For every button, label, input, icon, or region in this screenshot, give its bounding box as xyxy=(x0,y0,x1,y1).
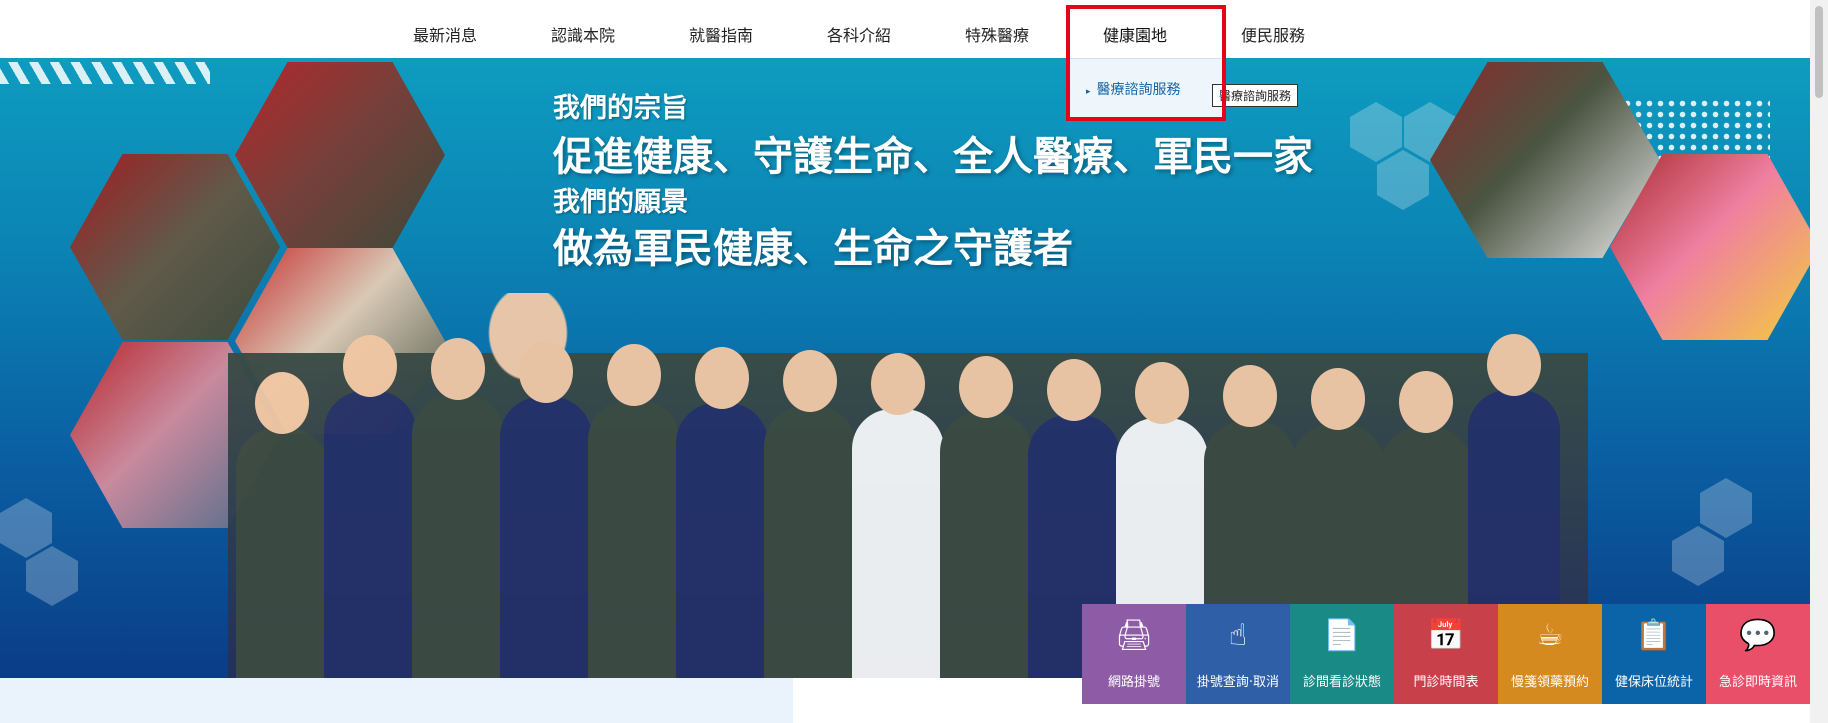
staff-member xyxy=(940,412,1032,678)
staff-member xyxy=(236,428,328,678)
mission-text: 促進健康、守護生命、全人醫療、軍民一家 xyxy=(553,134,1313,180)
mortar-pestle-icon: ☕ xyxy=(1536,617,1564,653)
staff-member-head xyxy=(959,356,1013,418)
clinic-status-icon: 📄 xyxy=(1323,617,1361,653)
staff-member-head xyxy=(1311,368,1365,430)
quick-service-tiles: 🖨 網路掛號 ☝ 掛號查詢‧取消 📄 診間看診狀態 📅 門診時間表 ☕ 慢箋領藥… xyxy=(1082,604,1810,704)
decorative-hexagon xyxy=(26,546,78,606)
tile-bed-statistics[interactable]: 📋 健保床位統計 xyxy=(1602,604,1706,704)
staff-member-head xyxy=(1135,362,1189,424)
decorative-hexagon xyxy=(1700,478,1752,538)
tile-label: 慢箋領藥預約 xyxy=(1510,674,1589,690)
event-photo-hexagon xyxy=(235,62,445,248)
decorative-hexagon xyxy=(1377,150,1429,210)
tile-label: 急診即時資訊 xyxy=(1718,674,1797,690)
decorative-hexagon xyxy=(0,498,52,558)
page-scrollbar[interactable] xyxy=(1810,0,1828,723)
staff-member-head xyxy=(1047,359,1101,421)
vision-text: 做為軍民健康、生命之守護者 xyxy=(553,226,1073,272)
health-garden-dropdown: ▸ 醫療諮詢服務 xyxy=(1070,58,1222,119)
tile-label: 診間看診狀態 xyxy=(1302,674,1381,690)
triangle-bullet-icon: ▸ xyxy=(1086,87,1091,97)
nav-item-medical-guide[interactable]: 就醫指南 xyxy=(676,0,766,58)
staff-member xyxy=(588,400,680,678)
staff-member-head xyxy=(519,341,573,403)
tile-registration-query[interactable]: ☝ 掛號查詢‧取消 xyxy=(1186,604,1290,704)
top-navigation: 最新消息 認識本院 就醫指南 各科介紹 特殊醫療 健康園地 便民服務 xyxy=(0,0,1810,58)
dropdown-item-label: 醫療諮詢服務 xyxy=(1096,82,1181,98)
staff-member-head xyxy=(783,350,837,412)
tile-label: 健保床位統計 xyxy=(1614,674,1693,690)
decorative-hexagon xyxy=(1672,526,1724,586)
nav-item-convenience-services[interactable]: 便民服務 xyxy=(1228,0,1318,58)
tile-prescription-refill[interactable]: ☕ 慢箋領藥預約 xyxy=(1498,604,1602,704)
staff-member-head xyxy=(1487,334,1541,396)
staff-member-head xyxy=(695,347,749,409)
tile-emergency-info[interactable]: 💬 急診即時資訊 xyxy=(1706,604,1810,704)
nav-item-news[interactable]: 最新消息 xyxy=(400,0,490,58)
tap-query-icon: ☝ xyxy=(1228,617,1248,653)
tile-clinic-schedule[interactable]: 📅 門診時間表 xyxy=(1394,604,1498,704)
staff-member xyxy=(852,409,944,678)
staff-member xyxy=(676,403,768,678)
scrollbar-thumb[interactable] xyxy=(1815,6,1823,98)
tile-online-registration[interactable]: 🖨 網路掛號 xyxy=(1082,604,1186,704)
calendar-clock-icon: 📅 xyxy=(1427,617,1465,653)
bed-stats-icon: 📋 xyxy=(1635,617,1673,653)
tile-label: 掛號查詢‧取消 xyxy=(1196,674,1280,690)
nav-item-health-garden[interactable]: 健康園地 xyxy=(1090,0,1180,58)
staff-member xyxy=(764,406,856,678)
staff-member-head xyxy=(607,344,661,406)
content-area-start xyxy=(0,678,793,723)
staff-member xyxy=(500,397,592,678)
nav-item-departments[interactable]: 各科介紹 xyxy=(814,0,904,58)
vision-label: 我們的願景 xyxy=(553,187,688,218)
staff-member-head xyxy=(871,353,925,415)
decorative-hexagon xyxy=(1350,102,1402,162)
staff-member-head xyxy=(431,338,485,400)
nav-item-about[interactable]: 認識本院 xyxy=(538,0,628,58)
tile-label: 門診時間表 xyxy=(1413,674,1479,690)
online-registration-icon: 🖨 xyxy=(1114,617,1154,653)
mission-label: 我們的宗旨 xyxy=(553,93,688,124)
tooltip: 醫療諮詢服務 xyxy=(1212,84,1299,107)
emergency-chat-icon: 💬 xyxy=(1739,617,1777,653)
decorative-stripes xyxy=(0,62,210,84)
tile-label: 網路掛號 xyxy=(1107,674,1160,690)
dropdown-item-medical-consultation[interactable]: ▸ 醫療諮詢服務 xyxy=(1086,79,1181,99)
nav-item-special-medical[interactable]: 特殊醫療 xyxy=(952,0,1042,58)
staff-member xyxy=(412,394,504,678)
staff-member-head xyxy=(1223,365,1277,427)
tile-clinic-status[interactable]: 📄 診間看診狀態 xyxy=(1290,604,1394,704)
staff-member-head xyxy=(343,335,397,397)
staff-member xyxy=(324,391,416,678)
staff-member-head xyxy=(255,372,309,434)
hero-banner: 我們的宗旨 促進健康、守護生命、全人醫療、軍民一家 我們的願景 做為軍民健康、生… xyxy=(0,58,1810,678)
staff-member-head xyxy=(1399,371,1453,433)
